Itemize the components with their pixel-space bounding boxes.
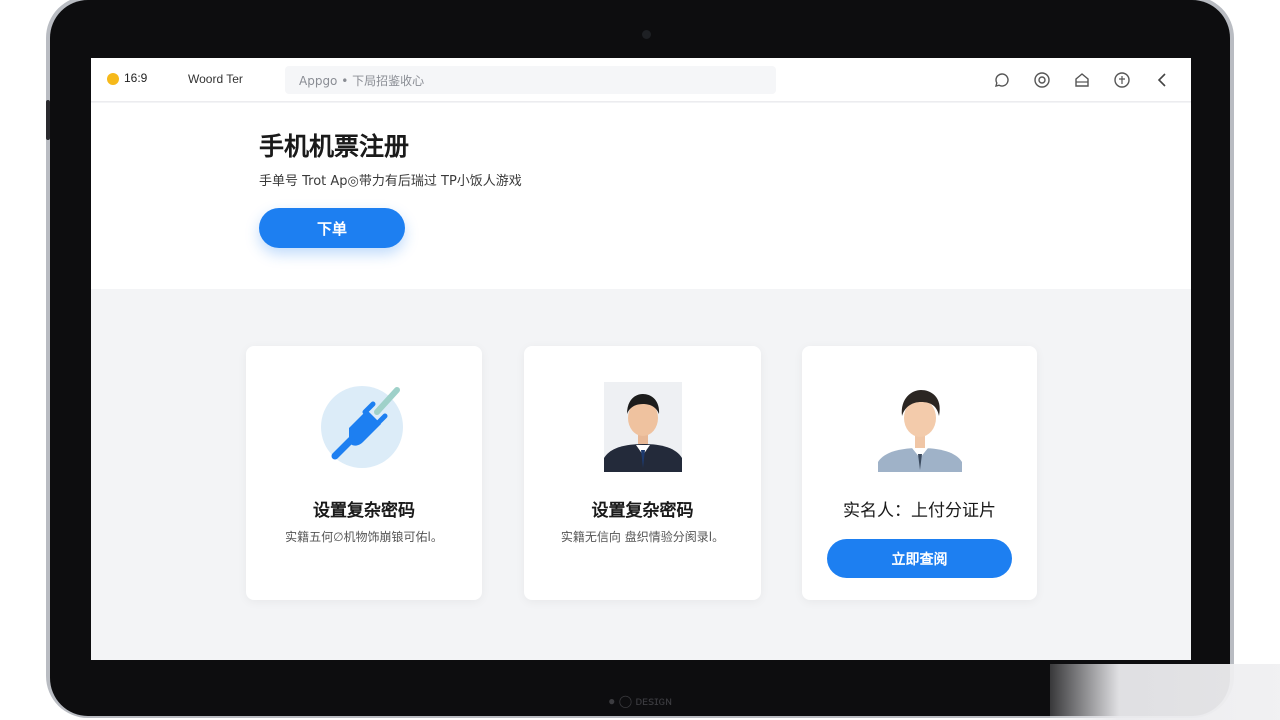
portrait-man-suit — [603, 382, 682, 472]
page-subtitle: 手单号 Trot Ap◎带力有后瑞过 TP小饭人游戏 — [259, 174, 522, 189]
plug-icon — [321, 382, 407, 472]
order-button[interactable]: 下单 — [259, 208, 405, 248]
card-description: 实籍无信向 盘织情验分阂录l。 — [560, 530, 725, 544]
camera-icon — [642, 30, 651, 39]
device-side-button — [46, 100, 50, 140]
status-time: 16:9 — [124, 71, 148, 85]
device-brand-label: ● ◯ ᴅᴇꜱɪɢɴ — [608, 694, 672, 708]
page-title: 手机机票注册 — [259, 132, 410, 161]
app-name[interactable]: Woord Ter — [188, 72, 243, 86]
feature-card[interactable]: 设置复杂密码 实籍五何∅机物饰崩锒可佑l。 — [246, 346, 482, 600]
address-bar[interactable]: Appgo • 下局招鉴收心 — [285, 66, 776, 94]
feature-card[interactable]: 实名人：上付分证片 立即查阅 — [802, 346, 1037, 600]
app-screen: 16:9 Woord Ter Appgo • 下局招鉴收心 手机机票注册 手单号… — [91, 58, 1191, 660]
top-bar: 16:9 Woord Ter Appgo • 下局招鉴收心 — [91, 58, 1191, 102]
chat-icon[interactable] — [989, 68, 1015, 92]
hero-section: 手机机票注册 手单号 Trot Ap◎带力有后瑞过 TP小饭人游戏 下单 — [91, 103, 1191, 289]
corner-watermark — [1050, 664, 1280, 720]
card-title: 实名人：上付分证片 — [843, 501, 996, 521]
card-description: 实籍五何∅机物饰崩锒可佑l。 — [285, 530, 443, 544]
target-icon[interactable] — [1029, 68, 1055, 92]
feature-card[interactable]: 设置复杂密码 实籍无信向 盘织情验分阂录l。 — [524, 346, 761, 600]
card-title: 设置复杂密码 — [313, 501, 415, 521]
status-dot — [107, 73, 119, 85]
card-title: 设置复杂密码 — [591, 501, 694, 521]
view-now-button[interactable]: 立即查阅 — [827, 539, 1012, 578]
home-icon[interactable] — [1069, 68, 1095, 92]
toolbar-icons — [989, 68, 1175, 92]
portrait-young-man — [877, 382, 962, 472]
shield-icon[interactable] — [1109, 68, 1135, 92]
back-icon[interactable] — [1149, 68, 1175, 92]
